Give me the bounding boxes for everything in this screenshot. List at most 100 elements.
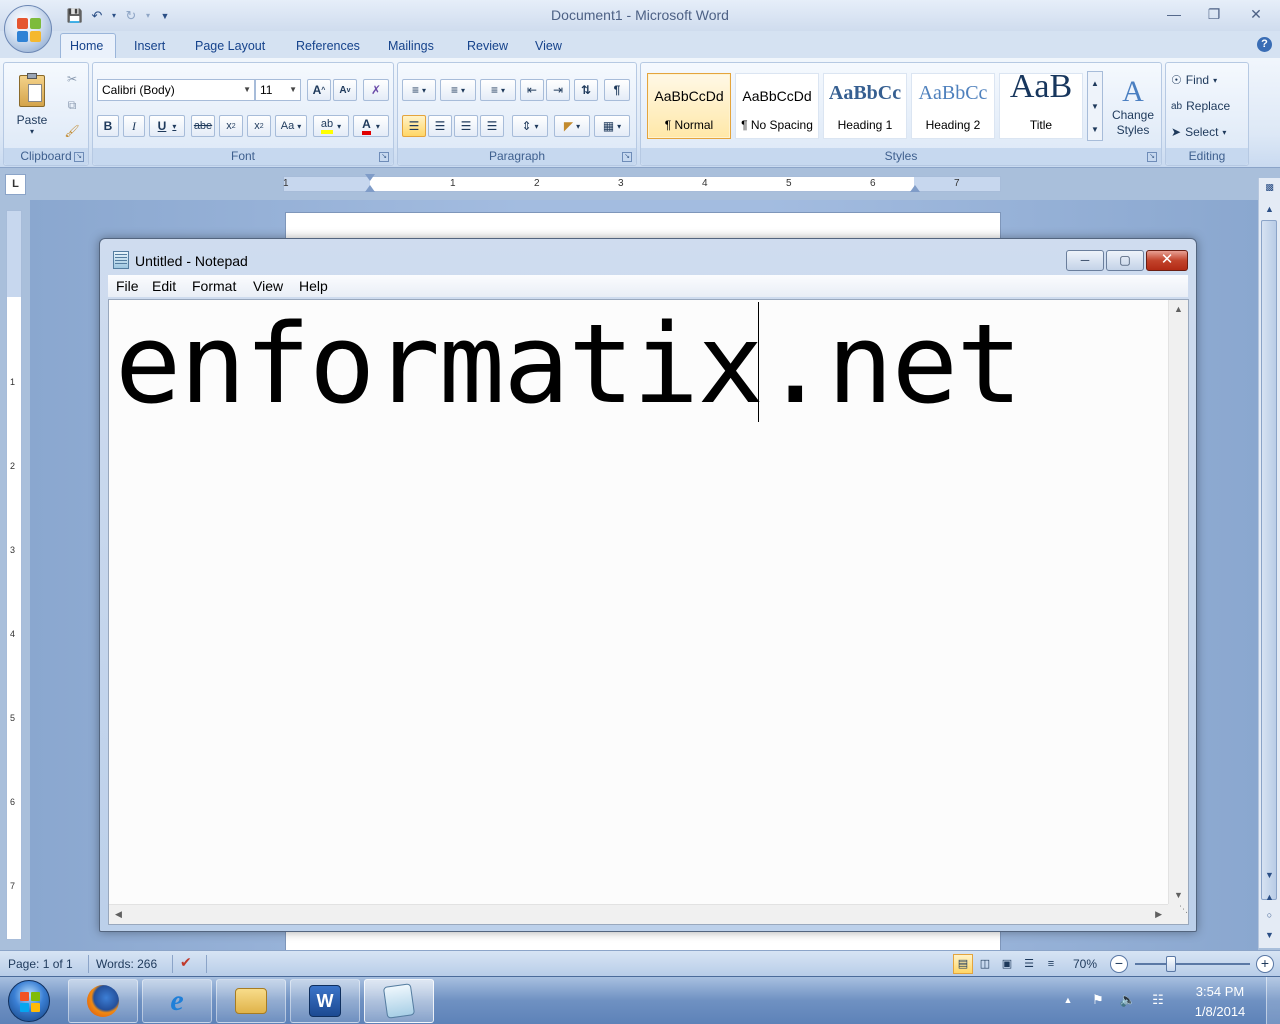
notepad-maximize-button[interactable]: ▢	[1106, 250, 1144, 271]
format-painter-icon[interactable]: 🖌	[60, 121, 84, 141]
page-count[interactable]: Page: 1 of 1	[8, 957, 73, 971]
taskbar-notepad[interactable]	[364, 979, 434, 1023]
style-title[interactable]: AaB Title	[999, 68, 1083, 139]
outline-view-icon[interactable]: ☰	[1019, 954, 1039, 974]
tab-page-layout[interactable]: Page Layout	[195, 39, 265, 53]
tab-mailings[interactable]: Mailings	[388, 39, 434, 53]
restore-button[interactable]: ❐	[1202, 4, 1226, 24]
highlight-color-button[interactable]: ab ▾	[313, 115, 349, 137]
scroll-up-icon[interactable]: ▲	[1174, 304, 1183, 314]
change-case-button[interactable]: Aa ▾	[275, 115, 307, 137]
tab-selector-button[interactable]: L	[5, 174, 26, 195]
notepad-close-button[interactable]: ✕	[1146, 250, 1188, 271]
paragraph-launcher-icon[interactable]: ↘	[622, 152, 632, 162]
styles-launcher-icon[interactable]: ↘	[1147, 152, 1157, 162]
zoom-slider-track[interactable]	[1135, 963, 1250, 965]
volume-icon[interactable]: 🔈	[1119, 991, 1137, 1009]
notepad-text-area[interactable]: enformatix.net ▲ ▼ ◀ ▶ ⋱	[108, 299, 1189, 925]
justify-button[interactable]: ☰	[480, 115, 504, 137]
select-button[interactable]: ➤ Select ▾	[1170, 121, 1246, 143]
zoom-in-icon[interactable]: +	[1256, 955, 1274, 973]
align-center-button[interactable]: ☰	[428, 115, 452, 137]
notepad-horizontal-scrollbar[interactable]: ◀ ▶	[109, 904, 1168, 924]
strikethrough-button[interactable]: abe	[191, 115, 215, 137]
font-size-combo[interactable]: 11 ▼	[255, 79, 301, 101]
sort-button[interactable]: ⇅	[574, 79, 598, 101]
style-no-spacing[interactable]: AaBbCcDd ¶ No Spacing	[735, 73, 819, 139]
font-name-combo[interactable]: Calibri (Body) ▼	[97, 79, 255, 101]
style-heading-2[interactable]: AaBbCc Heading 2	[911, 73, 995, 139]
taskbar-file-explorer[interactable]	[216, 979, 286, 1023]
close-button[interactable]: ✕	[1244, 4, 1268, 24]
show-formatting-marks-button[interactable]: ¶	[604, 79, 630, 101]
scroll-thumb[interactable]	[1261, 220, 1277, 900]
change-styles-button[interactable]: A Change Styles	[1107, 69, 1159, 145]
indent-marker-icon[interactable]	[365, 174, 375, 181]
vertical-ruler[interactable]: 1 2 3 4 5 6 7	[6, 210, 22, 940]
grow-font-button[interactable]: A ^	[307, 79, 331, 101]
style-normal[interactable]: AaBbCcDd ¶ Normal	[647, 73, 731, 139]
resize-grip-icon[interactable]: ⋱	[1168, 904, 1188, 924]
shading-button[interactable]: ◤ ▾	[554, 115, 590, 137]
paste-button[interactable]: Paste ▾	[10, 67, 54, 143]
scroll-left-icon[interactable]: ◀	[115, 909, 122, 920]
clock-date[interactable]: 1/8/2014	[1184, 1004, 1256, 1019]
more-styles-icon[interactable]: ▼	[1088, 118, 1102, 140]
office-button[interactable]	[4, 5, 52, 53]
scroll-up-icon[interactable]: ▲	[1262, 202, 1277, 217]
superscript-button[interactable]: x2	[247, 115, 271, 137]
network-icon[interactable]: ☷	[1149, 991, 1167, 1009]
right-indent-marker-icon[interactable]	[910, 185, 920, 192]
tab-insert[interactable]: Insert	[134, 39, 165, 53]
cut-icon[interactable]: ✂	[60, 69, 84, 89]
bullets-button[interactable]: ≡ ▾	[402, 79, 436, 101]
align-right-button[interactable]: ☰	[454, 115, 478, 137]
shrink-font-button[interactable]: Av	[333, 79, 357, 101]
minimize-button[interactable]: —	[1162, 4, 1186, 24]
multilevel-list-button[interactable]: ≡ ▾	[480, 79, 516, 101]
underline-button[interactable]: U ▾	[149, 115, 185, 137]
clipboard-launcher-icon[interactable]: ↘	[74, 152, 84, 162]
tab-review[interactable]: Review	[467, 39, 508, 53]
word-count[interactable]: Words: 266	[96, 957, 157, 971]
help-icon[interactable]: ?	[1257, 37, 1272, 52]
clock-time[interactable]: 3:54 PM	[1184, 984, 1256, 999]
increase-indent-button[interactable]: ⇥	[546, 79, 570, 101]
previous-page-icon[interactable]: ▲	[1262, 890, 1277, 905]
view-ruler-icon[interactable]: ▩	[1262, 180, 1277, 195]
proofing-icon[interactable]: ✔	[180, 954, 192, 971]
replace-button[interactable]: ab Replace	[1170, 95, 1246, 117]
select-browse-object-icon[interactable]: ○	[1262, 908, 1277, 923]
scroll-down-icon[interactable]: ▼	[1174, 890, 1183, 900]
notepad-vertical-scrollbar[interactable]: ▲ ▼	[1168, 300, 1188, 904]
align-left-button[interactable]: ☰	[402, 115, 426, 137]
tab-references[interactable]: References	[296, 39, 360, 53]
style-heading-1[interactable]: AaBbCc Heading 1	[823, 73, 907, 139]
italic-button[interactable]: I	[123, 115, 145, 137]
hanging-indent-marker-icon[interactable]	[365, 185, 375, 192]
scroll-down-icon[interactable]: ▼	[1088, 95, 1102, 117]
borders-button[interactable]: ▦ ▾	[594, 115, 630, 137]
draft-view-icon[interactable]: ≡	[1041, 954, 1061, 974]
subscript-button[interactable]: x2	[219, 115, 243, 137]
zoom-slider-thumb[interactable]	[1166, 956, 1176, 972]
font-color-button[interactable]: A ▾	[353, 115, 389, 137]
tab-view[interactable]: View	[535, 39, 562, 53]
next-page-icon[interactable]: ▼	[1262, 928, 1277, 943]
scroll-up-icon[interactable]: ▲	[1088, 72, 1102, 94]
zoom-level[interactable]: 70%	[1073, 957, 1097, 971]
font-launcher-icon[interactable]: ↘	[379, 152, 389, 162]
show-desktop-button[interactable]	[1266, 977, 1280, 1024]
start-button[interactable]	[8, 980, 50, 1022]
taskbar-word[interactable]: W	[290, 979, 360, 1023]
scroll-down-icon[interactable]: ▼	[1262, 868, 1277, 883]
full-screen-reading-view-icon[interactable]: ◫	[975, 954, 995, 974]
horizontal-ruler[interactable]: 1 1 2 3 4 5 6 7	[283, 174, 1001, 192]
tab-home[interactable]: Home	[70, 39, 103, 53]
scroll-right-icon[interactable]: ▶	[1155, 909, 1162, 920]
copy-icon[interactable]: ⧉	[60, 95, 84, 115]
bold-button[interactable]: B	[97, 115, 119, 137]
numbering-button[interactable]: ≡ ▾	[440, 79, 476, 101]
vertical-scrollbar[interactable]: ▩ ▲ ▼ ▲ ○ ▼	[1258, 178, 1280, 948]
print-layout-view-icon[interactable]: ▤	[953, 954, 973, 974]
